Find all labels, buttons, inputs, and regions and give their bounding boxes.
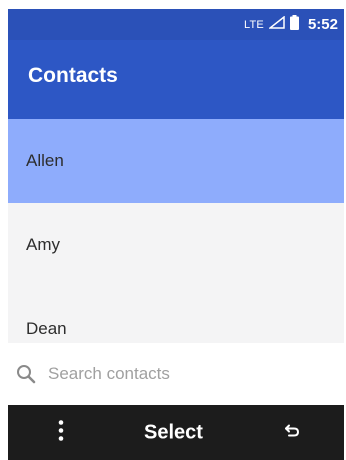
status-time: 5:52 bbox=[307, 16, 338, 33]
search-icon bbox=[16, 364, 36, 389]
contact-item-amy[interactable]: Amy bbox=[8, 203, 344, 287]
back-icon[interactable] bbox=[284, 423, 300, 442]
network-type: LTE bbox=[244, 18, 264, 31]
status-indicators: LTE 5:52 bbox=[244, 9, 338, 40]
status-bar: LTE 5:52 bbox=[8, 9, 344, 40]
select-button[interactable]: Select bbox=[144, 421, 203, 444]
phone-screen: LTE 5:52 Contacts Allen Amy Dean Search … bbox=[8, 9, 344, 460]
signal-icon bbox=[267, 14, 285, 34]
search-input[interactable]: Search contacts bbox=[48, 364, 170, 384]
app-bar: Contacts bbox=[8, 40, 344, 119]
contact-item-allen[interactable]: Allen bbox=[8, 119, 344, 203]
softkey-bar: Select bbox=[8, 405, 344, 460]
search-bar[interactable]: Search contacts bbox=[8, 343, 344, 405]
contact-name: Dean bbox=[26, 319, 67, 338]
contact-list: Allen Amy Dean bbox=[8, 119, 344, 371]
page-title: Contacts bbox=[28, 64, 118, 87]
contact-name: Allen bbox=[26, 151, 64, 170]
more-options-icon[interactable] bbox=[58, 419, 64, 446]
battery-icon bbox=[289, 14, 299, 35]
contact-name: Amy bbox=[26, 235, 60, 254]
